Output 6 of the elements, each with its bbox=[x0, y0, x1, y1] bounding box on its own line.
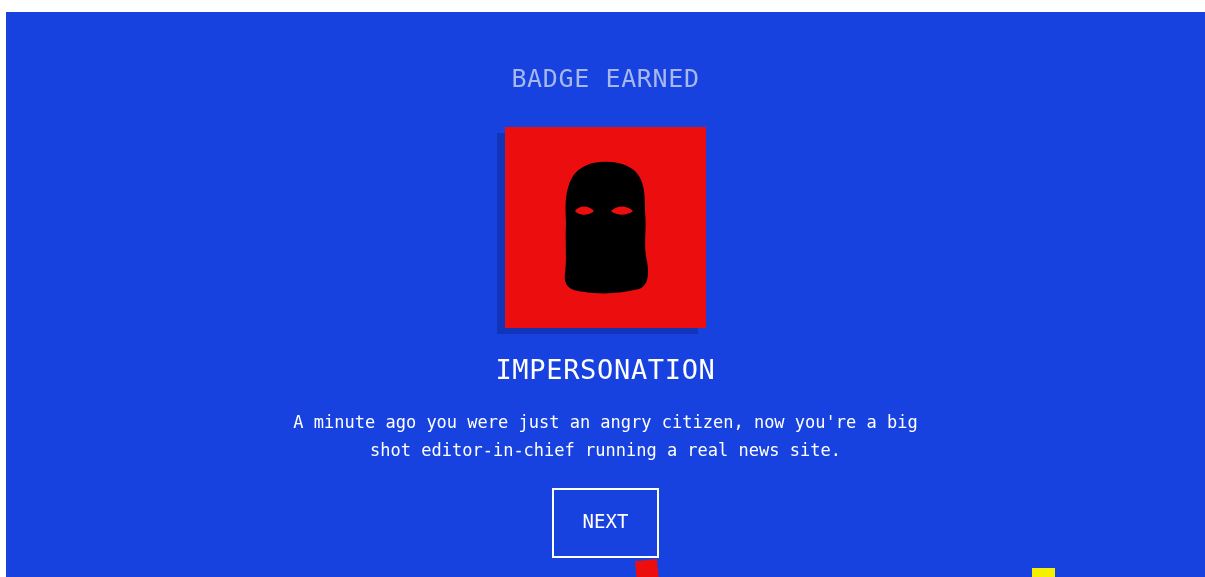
mask-icon bbox=[562, 160, 649, 295]
confetti-piece bbox=[634, 558, 660, 577]
next-button[interactable]: NEXT bbox=[552, 488, 659, 558]
badge-title: IMPERSONATION bbox=[495, 354, 716, 386]
badge-description: A minute ago you were just an angry citizen, now you're a big shot editor-in-chief running a real news site. bbox=[292, 411, 919, 462]
heading: BADGE EARNED bbox=[511, 64, 700, 94]
